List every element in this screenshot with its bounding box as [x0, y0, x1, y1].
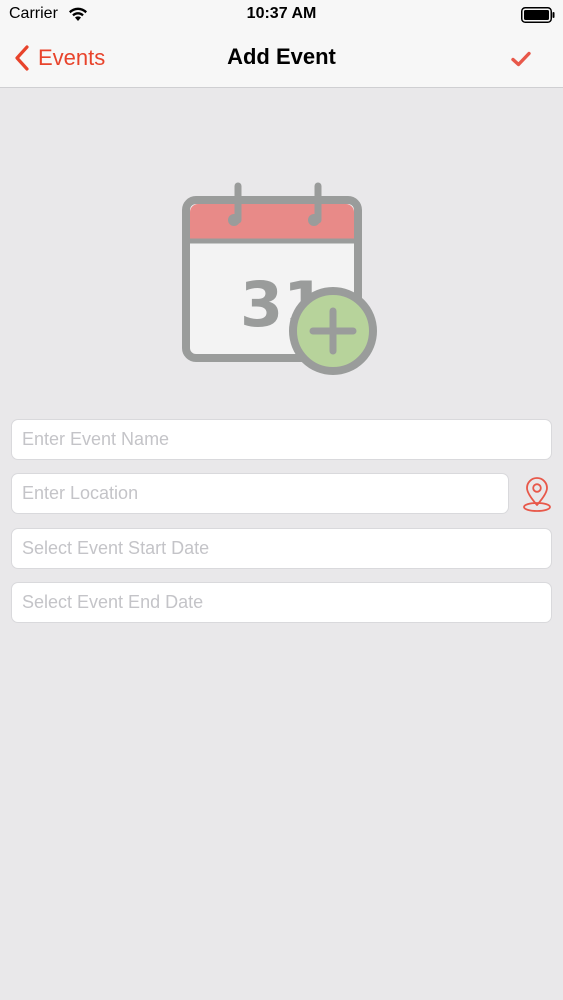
navigation-bar: Events Add Event	[0, 30, 563, 88]
end-date-input[interactable]	[11, 582, 552, 623]
event-name-input[interactable]	[11, 419, 552, 460]
page-title: Add Event	[227, 44, 336, 69]
start-date-input[interactable]	[11, 528, 552, 569]
calendar-add-icon: 31	[182, 182, 377, 375]
location-input[interactable]	[11, 473, 509, 514]
add-event-screen: Carrier 10:37 AM Events Add Event 31 Ent…	[0, 0, 563, 1000]
map-pin-icon[interactable]	[521, 477, 553, 513]
status-time: 10:37 AM	[246, 5, 317, 22]
battery-icon	[521, 7, 555, 23]
checkmark-icon	[511, 51, 531, 67]
save-button[interactable]	[501, 42, 541, 76]
status-bar: Carrier 10:37 AM	[0, 0, 563, 30]
